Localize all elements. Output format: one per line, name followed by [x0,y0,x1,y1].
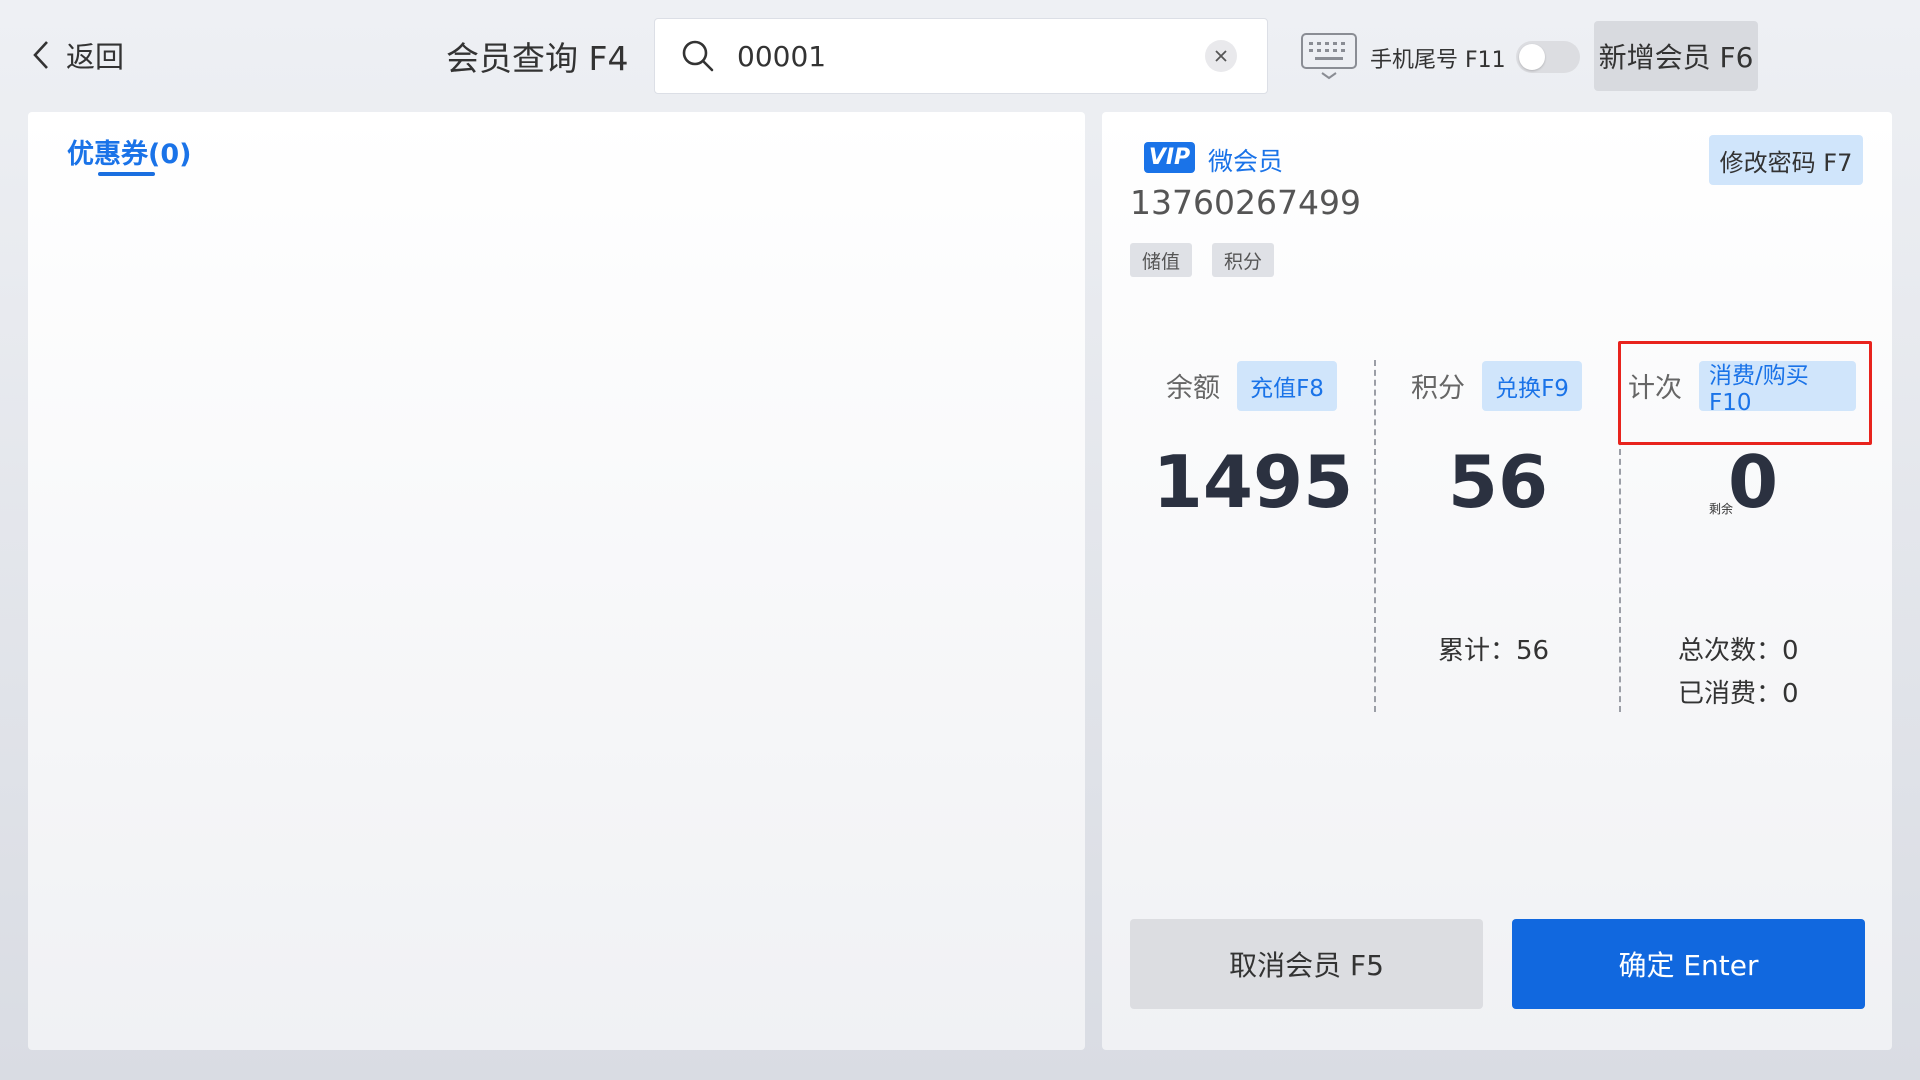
vip-badge: VIP [1144,142,1195,173]
total-count: 总次数：0 [1678,636,1799,666]
balance-value: 1495 [1152,440,1354,524]
redeem-button[interactable]: 兑换F9 [1482,361,1582,411]
tab-coupons[interactable]: 优惠券(0) [67,132,191,171]
phone-tail-toggle[interactable] [1516,41,1580,73]
close-icon [1215,50,1227,62]
toggle-knob [1519,44,1545,70]
member-type: 微会员 [1208,147,1284,176]
member-search-box[interactable] [654,18,1268,94]
tab-active-indicator [98,172,155,176]
recharge-button[interactable]: 充值F8 [1237,361,1337,411]
phone-tail-label: 手机尾号 F11 [1370,48,1506,73]
member-phone: 13760267499 [1130,183,1361,222]
balance-label: 余额 [1166,373,1220,404]
cancel-member-button[interactable]: 取消会员 F5 [1130,919,1483,1009]
confirm-button[interactable]: 确定 Enter [1512,919,1865,1009]
member-query-title: 会员查询 F4 [446,39,629,78]
count-value: 0 [1728,440,1779,524]
clear-search-button[interactable] [1205,40,1237,72]
back-label: 返回 [66,40,125,74]
add-member-button[interactable]: 新增会员 F6 [1594,21,1758,91]
consumed-count: 已消费：0 [1678,679,1799,709]
coupon-panel [28,112,1085,1050]
column-divider [1374,360,1376,712]
member-search-input[interactable] [737,39,1205,73]
keyboard-icon[interactable] [1300,32,1358,80]
search-icon [682,40,714,72]
points-value: 56 [1447,440,1549,524]
points-total: 累计：56 [1438,636,1550,666]
change-password-button[interactable]: 修改密码 F7 [1709,135,1863,185]
highlight-box [1618,341,1872,445]
chevron-left-icon [33,41,48,69]
tag-points: 积分 [1212,243,1275,277]
back-button[interactable]: 返回 [30,30,124,80]
points-label: 积分 [1411,373,1465,404]
tag-stored-value: 储值 [1130,243,1193,277]
top-bar: 返回 会员查询 F4 手机尾号 F11 新增会员 F6 [0,0,1920,112]
